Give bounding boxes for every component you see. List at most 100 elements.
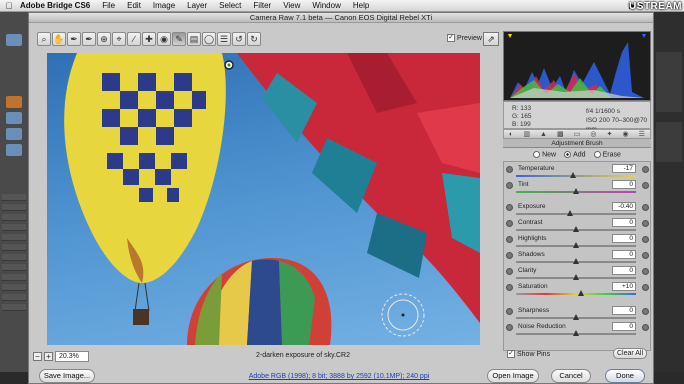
menu-layer[interactable]: Layer	[187, 1, 207, 10]
tab-basic-icon[interactable]: ◐	[509, 131, 513, 138]
tab-lens-icon[interactable]: ◎	[590, 130, 596, 138]
plus-icon[interactable]	[642, 308, 649, 315]
highlights-field[interactable]: 0	[612, 234, 636, 243]
color-sampler-icon[interactable]: ✒	[82, 32, 96, 46]
done-button[interactable]: Done	[605, 369, 645, 383]
zoom-icon[interactable]: ⌕	[37, 32, 51, 46]
plus-icon[interactable]	[642, 268, 649, 275]
folder-icon[interactable]	[6, 34, 22, 46]
folder-icon[interactable]	[6, 144, 22, 156]
plus-icon[interactable]	[642, 182, 649, 189]
slider-handle[interactable]	[578, 290, 584, 296]
open-image-button[interactable]: Open Image	[487, 369, 539, 383]
crop-icon[interactable]: ⌖	[112, 32, 126, 46]
thumbnail[interactable]	[656, 52, 682, 112]
zoom-in-button[interactable]: +	[44, 352, 53, 361]
adjustment-brush-icon[interactable]: ✎	[172, 32, 186, 46]
minus-icon[interactable]	[506, 284, 513, 291]
slider-handle[interactable]	[573, 258, 579, 264]
exposure-field[interactable]: -0.40	[612, 202, 636, 211]
list-item[interactable]	[2, 284, 26, 291]
checkmark-icon[interactable]: ✓	[507, 350, 515, 358]
slider-handle[interactable]	[573, 330, 579, 336]
plus-icon[interactable]	[642, 236, 649, 243]
menu-window[interactable]: Window	[312, 1, 340, 10]
slider-handle[interactable]	[570, 172, 576, 178]
plus-icon[interactable]	[642, 252, 649, 259]
list-item[interactable]	[2, 264, 26, 271]
menu-filter[interactable]: Filter	[253, 1, 271, 10]
graduated-filter-icon[interactable]: ▤	[187, 32, 201, 46]
minus-icon[interactable]	[506, 236, 513, 243]
folder-icon[interactable]	[6, 128, 22, 140]
slider-track[interactable]	[516, 213, 636, 215]
fullscreen-button[interactable]: ⇗	[483, 32, 499, 46]
sharpness-field[interactable]: 0	[612, 306, 636, 315]
zoom-out-button[interactable]: −	[33, 352, 42, 361]
contrast-field[interactable]: 0	[612, 218, 636, 227]
tab-split-toning-icon[interactable]: ▭	[574, 130, 581, 138]
mode-erase-radio[interactable]: Erase	[593, 151, 621, 159]
minus-icon[interactable]	[506, 166, 513, 173]
preview-checkbox[interactable]: ✓ Preview	[447, 34, 482, 42]
straighten-icon[interactable]: ∕	[127, 32, 141, 46]
apple-icon[interactable]: 	[2, 1, 16, 11]
tab-presets-icon[interactable]: ☰	[639, 130, 645, 138]
clarity-field[interactable]: 0	[612, 266, 636, 275]
minus-icon[interactable]	[506, 182, 513, 189]
tab-hsl-icon[interactable]: ▩	[557, 130, 564, 138]
list-item[interactable]	[2, 244, 26, 251]
home-icon[interactable]	[6, 96, 22, 108]
list-item[interactable]	[2, 304, 26, 311]
menu-file[interactable]: File	[102, 1, 115, 10]
white-balance-icon[interactable]: ✒	[67, 32, 81, 46]
show-pins-checkbox[interactable]: ✓ Show Pins	[507, 350, 550, 358]
plus-icon[interactable]	[642, 166, 649, 173]
workflow-options-link[interactable]: Adobe RGB (1998); 8 bit; 3888 by 2592 (1…	[239, 373, 439, 380]
tint-field[interactable]: 0	[612, 180, 636, 189]
menu-help[interactable]: Help	[353, 1, 369, 10]
slider-handle[interactable]	[573, 242, 579, 248]
hand-icon[interactable]: ✋	[52, 32, 66, 46]
minus-icon[interactable]	[506, 252, 513, 259]
slider-track[interactable]	[516, 293, 636, 295]
preferences-icon[interactable]: ☰	[217, 32, 231, 46]
list-item[interactable]	[2, 224, 26, 231]
rotate-right-icon[interactable]: ↻	[247, 32, 261, 46]
minus-icon[interactable]	[506, 268, 513, 275]
tab-effects-icon[interactable]: ✦	[607, 130, 613, 138]
zoom-level-select[interactable]: 20.3%	[55, 351, 89, 362]
mode-new-radio[interactable]: New	[533, 151, 556, 159]
slider-handle[interactable]	[573, 314, 579, 320]
list-item[interactable]	[2, 274, 26, 281]
list-item[interactable]	[2, 214, 26, 221]
slider-track[interactable]	[516, 175, 636, 177]
tab-camera-calibration-icon[interactable]: ◉	[623, 130, 629, 138]
checkmark-icon[interactable]: ✓	[447, 34, 455, 42]
list-item[interactable]	[2, 204, 26, 211]
slider-handle[interactable]	[573, 188, 579, 194]
menu-edit[interactable]: Edit	[127, 1, 141, 10]
plus-icon[interactable]	[642, 284, 649, 291]
menu-select[interactable]: Select	[219, 1, 241, 10]
image-preview[interactable]	[47, 53, 480, 345]
saturation-field[interactable]: +10	[612, 282, 636, 291]
plus-icon[interactable]	[642, 220, 649, 227]
cancel-button[interactable]: Cancel	[551, 369, 591, 383]
plus-icon[interactable]	[642, 204, 649, 211]
menu-view[interactable]: View	[283, 1, 300, 10]
list-item[interactable]	[2, 294, 26, 301]
list-item[interactable]	[2, 194, 26, 201]
slider-handle[interactable]	[567, 210, 573, 216]
minus-icon[interactable]	[506, 308, 513, 315]
target-adjust-icon[interactable]: ⊕	[97, 32, 111, 46]
mode-add-radio[interactable]: Add	[564, 151, 586, 159]
list-item[interactable]	[2, 234, 26, 241]
shadows-field[interactable]: 0	[612, 250, 636, 259]
radial-filter-icon[interactable]: ◯	[202, 32, 216, 46]
save-image-button[interactable]: Save Image...	[39, 369, 95, 383]
app-name-menu[interactable]: Adobe Bridge CS6	[20, 1, 90, 10]
clear-all-button[interactable]: Clear All	[613, 348, 647, 359]
tab-detail-icon[interactable]: ▲	[540, 131, 547, 138]
plus-icon[interactable]	[642, 324, 649, 331]
